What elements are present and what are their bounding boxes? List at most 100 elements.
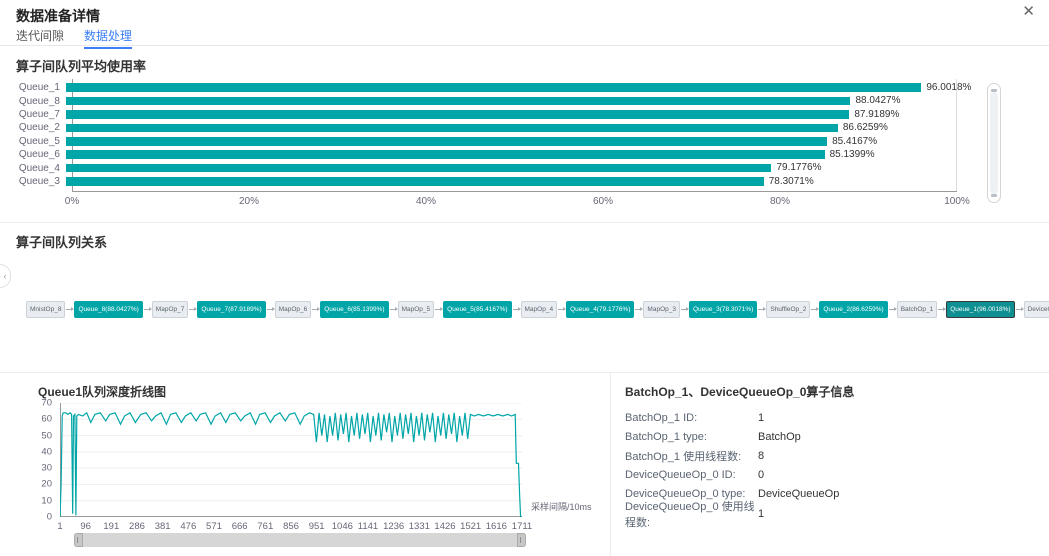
y-tick-label: 50 — [41, 430, 52, 441]
datazoom-handle-bottom[interactable] — [991, 194, 997, 197]
bar-track: 88.0427% — [66, 94, 957, 107]
bar[interactable] — [66, 124, 838, 133]
bar[interactable] — [66, 177, 764, 186]
bar-value-label: 85.1399% — [830, 148, 875, 161]
x-tick-label: 1426 — [434, 521, 455, 532]
info-value: 8 — [758, 450, 764, 462]
bar-row: Queue_888.0427% — [16, 94, 957, 107]
flow-node-queue[interactable]: Queue_3(78.3071%) — [689, 301, 757, 318]
datazoom-handle-top[interactable] — [991, 89, 997, 92]
flow-node-op[interactable]: MapOp_3 — [643, 301, 680, 318]
vertical-datazoom-slider[interactable] — [987, 83, 1001, 203]
x-tick-label: 286 — [129, 521, 145, 532]
bar-track: 96.0018% — [66, 81, 957, 94]
datazoom-handle-right[interactable] — [517, 533, 526, 547]
x-tick-label: 1521 — [460, 521, 481, 532]
flow-node-queue[interactable]: Queue_8(88.0427%) — [74, 301, 142, 318]
info-value: 1 — [758, 412, 764, 424]
queue-relation-flow-diagram: MnistOp_8 Queue_8(88.0427%) MapOp_7 Queue_7… — [26, 301, 1039, 318]
bar-row: Queue_286.6259% — [16, 121, 957, 134]
datazoom-track-fill — [990, 92, 998, 194]
flow-node-op[interactable]: BatchOp_1 — [897, 301, 938, 318]
x-tick-label: 761 — [257, 521, 273, 532]
bar-category-label: Queue_1 — [16, 82, 66, 93]
bar-row: Queue_196.0018% — [16, 81, 957, 94]
flow-node-queue[interactable]: Queue_2(86.6259%) — [819, 301, 887, 318]
y-tick-label: 70 — [41, 398, 52, 409]
flow-arrow-icon — [635, 309, 642, 310]
bar[interactable] — [66, 137, 827, 146]
x-tick-label: 1236 — [383, 521, 404, 532]
bar-value-label: 85.4167% — [832, 135, 877, 148]
close-icon[interactable]: ✕ — [1022, 2, 1035, 20]
x-tick-label: 1711 — [512, 521, 532, 532]
bar-value-label: 79.1776% — [776, 161, 821, 174]
flow-arrow-icon — [513, 309, 520, 310]
bar[interactable] — [66, 83, 921, 92]
flow-arrow-icon — [811, 309, 818, 310]
bar[interactable] — [66, 97, 850, 106]
flow-node-op[interactable]: MnistOp_8 — [26, 301, 65, 318]
bar-x-axis-line — [72, 191, 957, 192]
flow-arrow-icon — [938, 309, 945, 310]
info-value: 1 — [758, 508, 764, 520]
info-value: BatchOp — [758, 431, 801, 443]
op-info-rows: BatchOp_1 ID:1BatchOp_1 type:BatchOpBatc… — [625, 408, 1035, 523]
y-tick-label: 0 — [47, 512, 52, 523]
flow-node-queue[interactable]: Queue_4(79.1776%) — [566, 301, 634, 318]
y-tick-label: 40 — [41, 446, 52, 457]
bar-category-label: Queue_4 — [16, 163, 66, 174]
bar-x-tick-labels: 0%20%40%60%80%100% — [72, 196, 957, 210]
x-tick-label: 20% — [239, 196, 259, 207]
flow-node-op[interactable]: ShuffleOp_2 — [766, 301, 810, 318]
info-label: BatchOp_1 使用线程数: — [625, 448, 758, 464]
horizontal-datazoom-slider[interactable] — [74, 533, 526, 547]
flow-node-op[interactable]: MapOp_4 — [521, 301, 558, 318]
bar[interactable] — [66, 150, 825, 159]
x-tick-label: 60% — [593, 196, 613, 207]
bar[interactable] — [66, 164, 771, 173]
info-label: BatchOp_1 type: — [625, 431, 758, 443]
flow-node-queue[interactable]: Queue_7(87.9189%) — [197, 301, 265, 318]
x-tick-label: 571 — [206, 521, 222, 532]
x-tick-label: 1331 — [409, 521, 430, 532]
bar-category-label: Queue_8 — [16, 96, 66, 107]
y-tick-label: 10 — [41, 495, 52, 506]
tab-data-processing[interactable]: 数据处理 — [84, 27, 132, 49]
info-row: BatchOp_1 ID:1 — [625, 408, 1035, 427]
info-row: BatchOp_1 使用线程数:8 — [625, 446, 1035, 465]
info-label: BatchOp_1 ID: — [625, 412, 758, 424]
bar-category-label: Queue_5 — [16, 136, 66, 147]
x-tick-label: 80% — [770, 196, 790, 207]
info-label: DeviceQueueOp_0 使用线程数: — [625, 498, 758, 530]
bar-category-label: Queue_6 — [16, 149, 66, 160]
queue-usage-section-title: 算子间队列平均使用率 — [16, 56, 146, 75]
tab-step-interval[interactable]: 迭代间隙 — [16, 27, 64, 47]
flow-node-op[interactable]: DeviceQueueOp_0 — [1024, 301, 1049, 318]
section-divider — [0, 372, 1049, 373]
flow-node-op[interactable]: MapOp_5 — [398, 301, 435, 318]
bar[interactable] — [66, 110, 849, 119]
flow-node-queue[interactable]: Queue_6(85.1399%) — [320, 301, 388, 318]
collapse-panel-button[interactable]: ‹ — [0, 264, 11, 288]
bar-track: 86.6259% — [66, 121, 957, 134]
bar-row: Queue_4 79.1776% — [16, 161, 957, 174]
flow-node-op[interactable]: MapOp_7 — [152, 301, 189, 318]
bar-row: Queue_5 85.4167% — [16, 135, 957, 148]
queue-usage-bar-chart[interactable]: Queue_196.0018%Queue_888.0427%Queue_787.… — [16, 79, 957, 215]
x-tick-label: 40% — [416, 196, 436, 207]
depth-line-chart[interactable] — [60, 403, 522, 517]
flow-node-queue[interactable]: Queue_5(85.4167%) — [443, 301, 511, 318]
line-y-tick-labels: 010203040506070 — [26, 403, 56, 517]
datazoom-handle-left[interactable] — [74, 533, 83, 547]
section-divider — [0, 222, 1049, 223]
flow-arrow-icon — [66, 309, 73, 310]
flow-node-queue[interactable]: Queue_1(96.0018%) — [946, 301, 1014, 318]
flow-node-op[interactable]: MapOp_6 — [275, 301, 312, 318]
page-title: 数据准备详情 — [16, 6, 100, 26]
depth-line-chart-svg[interactable] — [60, 403, 522, 517]
bar-rows: Queue_196.0018%Queue_888.0427%Queue_787.… — [16, 81, 957, 188]
flow-arrow-icon — [144, 309, 151, 310]
x-tick-label: 666 — [232, 521, 248, 532]
line-x-tick-labels: 1961912863814765716667618569511046114112… — [60, 521, 522, 533]
